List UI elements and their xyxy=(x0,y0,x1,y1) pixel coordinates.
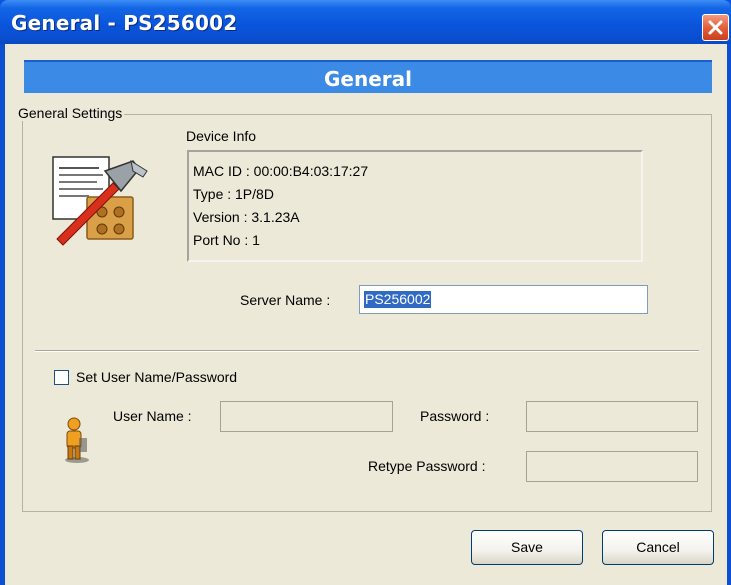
dialog-window: General - PS256002 General General Setti… xyxy=(0,0,731,585)
server-name-input[interactable]: PS256002 xyxy=(359,285,648,314)
cancel-button[interactable]: Cancel xyxy=(602,530,714,565)
server-name-value: PS256002 xyxy=(364,291,432,308)
header-band: General xyxy=(24,60,712,93)
section-divider xyxy=(35,350,699,352)
window-title: General - PS256002 xyxy=(11,11,238,35)
mac-id-text: MAC ID : 00:00:B4:03:17:27 xyxy=(193,163,369,179)
server-name-label: Server Name : xyxy=(240,292,331,308)
user-name-label: User Name : xyxy=(113,408,192,424)
close-icon xyxy=(708,20,723,35)
group-legend: General Settings xyxy=(16,105,125,121)
retype-password-input[interactable] xyxy=(526,451,698,482)
device-info-label: Device Info xyxy=(186,128,257,144)
port-no-text: Port No : 1 xyxy=(193,232,260,248)
user-icon xyxy=(65,417,89,463)
header-title: General xyxy=(324,67,412,91)
version-text: Version : 3.1.23A xyxy=(193,209,300,225)
password-label: Password : xyxy=(420,408,490,424)
retype-password-label: Retype Password : xyxy=(368,458,486,474)
window-border-right xyxy=(727,44,731,585)
set-credentials-checkbox[interactable] xyxy=(54,370,69,385)
dialog-client-area: General General Settings Device Info MAC… xyxy=(5,44,727,585)
close-button[interactable] xyxy=(702,14,729,41)
user-name-input[interactable] xyxy=(220,401,393,432)
type-text: Type : 1P/8D xyxy=(193,186,274,202)
title-bar[interactable]: General - PS256002 xyxy=(0,0,731,44)
settings-tools-icon xyxy=(52,156,148,246)
save-button[interactable]: Save xyxy=(471,530,583,565)
set-credentials-label[interactable]: Set User Name/Password xyxy=(76,369,237,385)
password-input[interactable] xyxy=(526,401,698,432)
